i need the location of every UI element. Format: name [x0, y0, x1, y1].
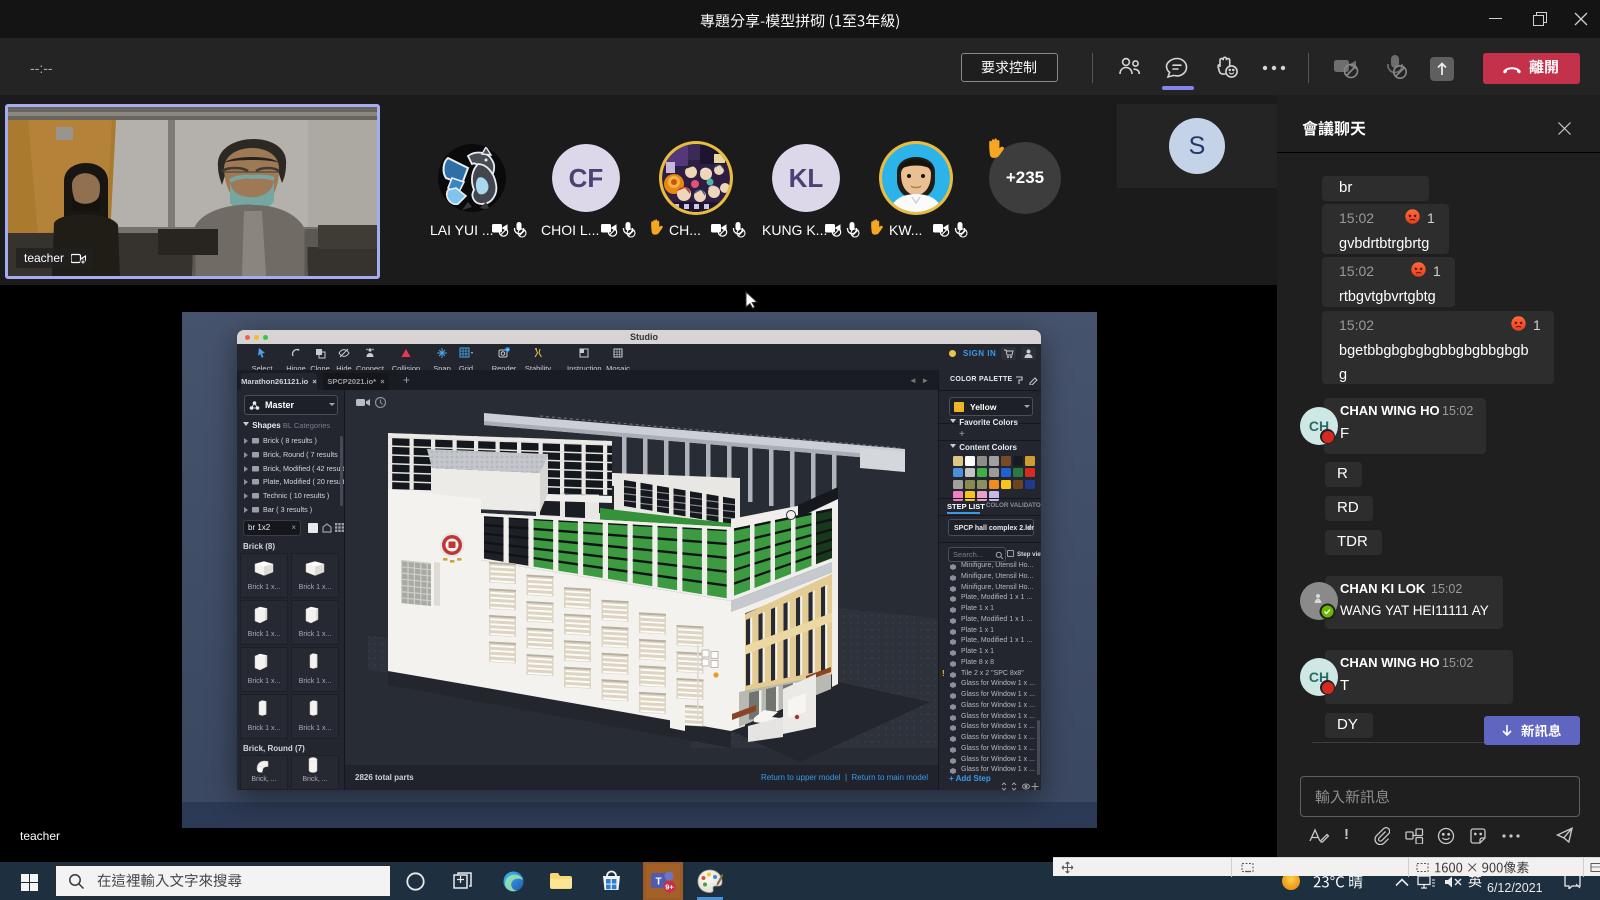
svg-text:T: T	[655, 877, 661, 888]
svg-text:9+: 9+	[665, 883, 674, 892]
